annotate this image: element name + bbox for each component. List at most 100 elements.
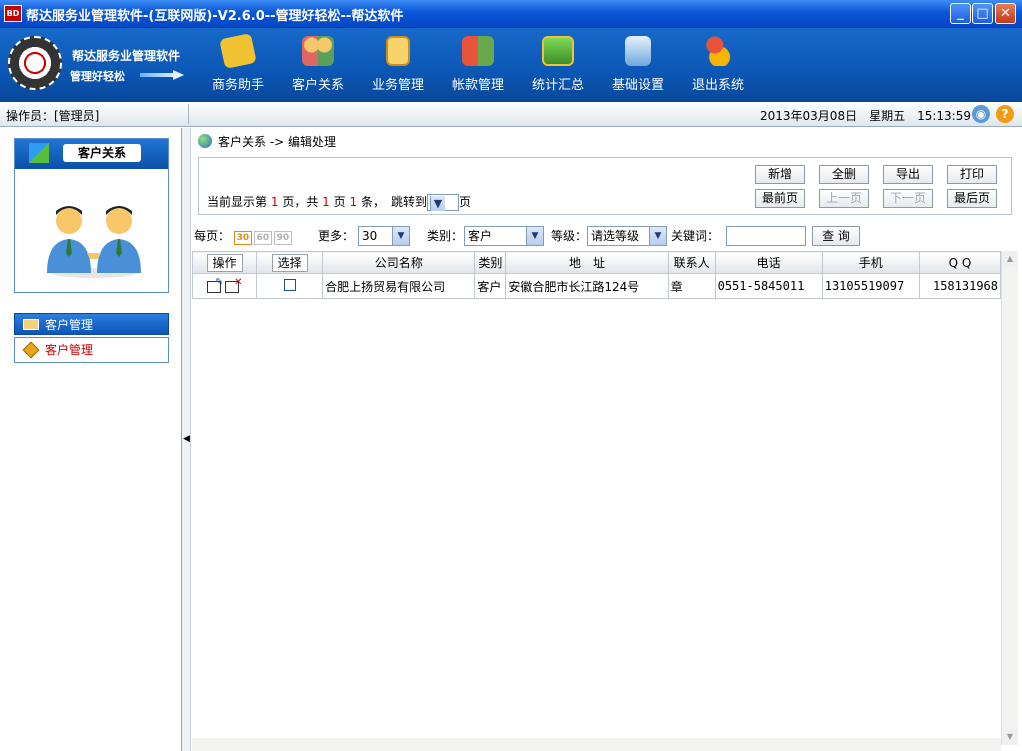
cell-phone: 0551-5845011 bbox=[714, 273, 823, 299]
prev-page-button[interactable]: 上一页 bbox=[819, 189, 869, 208]
nav-business-management[interactable]: 业务管理 bbox=[363, 34, 433, 96]
chevron-down-icon[interactable]: ▼ bbox=[649, 227, 666, 245]
clipboard-icon bbox=[386, 36, 410, 66]
gear-logo-icon bbox=[8, 36, 62, 90]
nav-account-management[interactable]: 帐款管理 bbox=[443, 34, 513, 96]
delete-all-button[interactable]: 全删 bbox=[819, 165, 869, 184]
first-page-button[interactable]: 最前页 bbox=[755, 189, 805, 208]
action-panel: 新增 全删 导出 打印 最前页 上一页 下一页 最后页 当前显示第 1 页，共 … bbox=[198, 157, 1012, 215]
chevron-down-icon[interactable]: ▼ bbox=[392, 227, 409, 245]
menu-group-label: 客户管理 bbox=[45, 318, 94, 332]
folder-icon bbox=[23, 319, 39, 330]
last-page-button[interactable]: 最后页 bbox=[947, 189, 997, 208]
select-all-button[interactable]: 选择 bbox=[271, 253, 308, 272]
vertical-scrollbar[interactable]: ▲ ▼ bbox=[1001, 251, 1018, 745]
exit-icon bbox=[702, 36, 734, 66]
help-icon[interactable]: ? bbox=[996, 105, 1014, 123]
nav-customer-relations[interactable]: 客户关系 bbox=[283, 34, 353, 96]
export-button[interactable]: 导出 bbox=[883, 165, 933, 184]
chevron-down-icon[interactable]: ▼ bbox=[526, 227, 543, 245]
scroll-down-icon[interactable]: ▼ bbox=[1002, 729, 1018, 745]
nav-label: 业务管理 bbox=[371, 78, 424, 93]
delete-icon[interactable]: ✕ bbox=[224, 277, 243, 293]
nav-label: 客户关系 bbox=[291, 78, 344, 93]
column-header-phone[interactable]: 电话 bbox=[714, 251, 823, 274]
transfer-icon bbox=[462, 36, 494, 66]
module-card: 客户关系 bbox=[14, 138, 169, 293]
table-header-row: 操作 选择 公司名称 类别 地 址 联系人 电话 手机 Q Q bbox=[191, 251, 1002, 274]
per-page-60[interactable]: 60 bbox=[253, 231, 272, 245]
category-select[interactable]: 客户 ▼ bbox=[464, 226, 544, 246]
level-select[interactable]: 请选等级 ▼ bbox=[587, 226, 667, 246]
per-page-90[interactable]: 90 bbox=[273, 231, 292, 245]
page-info-text: 当前显示第 bbox=[207, 195, 268, 209]
category-label: 类别： bbox=[427, 229, 464, 243]
module-card-header: 客户关系 bbox=[15, 139, 168, 169]
maximize-button[interactable]: □ bbox=[972, 3, 993, 24]
per-page-30[interactable]: 30 bbox=[233, 231, 252, 245]
nav-basic-settings[interactable]: 基础设置 bbox=[603, 34, 673, 96]
nav-business-assistant[interactable]: 商务助手 bbox=[203, 33, 273, 96]
per-page-label: 每页： bbox=[194, 229, 231, 243]
scroll-up-icon[interactable]: ▲ bbox=[1002, 251, 1018, 267]
operator-label: 操作员：[管理员] bbox=[6, 109, 100, 123]
op-column-button[interactable]: 操作 bbox=[206, 253, 243, 272]
handshake-icon bbox=[47, 206, 141, 278]
page-info-text: 条， 跳转到 bbox=[360, 195, 427, 209]
breadcrumb: 客户关系 -> 编辑处理 bbox=[198, 133, 336, 150]
column-header-select: 选择 bbox=[256, 251, 324, 274]
menu-item-customer-management[interactable]: 客户管理 bbox=[14, 337, 169, 363]
more-select[interactable]: 30 ▼ bbox=[358, 226, 410, 246]
main-content: 客户关系 -> 编辑处理 新增 全删 导出 打印 最前页 上一页 下一页 最后页… bbox=[191, 128, 1022, 751]
row-checkbox[interactable] bbox=[283, 278, 296, 291]
query-button[interactable]: 查 询 bbox=[812, 226, 860, 246]
keyword-label: 关键词： bbox=[671, 229, 720, 243]
globe-icon bbox=[198, 134, 212, 148]
current-page: 1 bbox=[270, 195, 279, 209]
close-button[interactable]: ✕ bbox=[995, 3, 1016, 24]
datetime-display: 2013年03月08日 星期五 15:13:59 bbox=[760, 109, 971, 123]
nav-label: 商务助手 bbox=[211, 78, 264, 93]
nav-label: 帐款管理 bbox=[451, 78, 504, 93]
nav-statistics[interactable]: 统计汇总 bbox=[523, 34, 593, 96]
column-header-category[interactable]: 类别 bbox=[474, 251, 507, 274]
add-button[interactable]: 新增 bbox=[755, 165, 805, 184]
menu-group-customer-management[interactable]: 客户管理 bbox=[14, 313, 169, 335]
chevron-down-icon[interactable]: ▼ bbox=[429, 196, 445, 211]
nav-label: 退出系统 bbox=[691, 78, 744, 93]
collapse-arrow-icon[interactable]: ◀ bbox=[183, 434, 190, 444]
level-select-value: 请选等级 bbox=[591, 229, 640, 243]
header-toolbar: 帮达服务业管理软件 管理好轻松 商务助手 客户关系 业务管理 帐款管理 统计汇总… bbox=[0, 28, 1022, 102]
row-actions: ✎ ✕ bbox=[191, 273, 258, 299]
edit-icon[interactable]: ✎ bbox=[206, 277, 224, 293]
table-row: ✎ ✕ 合肥上扬贸易有限公司 客户 安徽合肥市长江路124号 章 0551-584… bbox=[191, 273, 1002, 299]
cell-qq: 158131968 bbox=[918, 273, 1002, 299]
jump-page-select[interactable]: 1▼ bbox=[426, 194, 459, 211]
logo-title: 帮达服务业管理软件 bbox=[72, 49, 181, 63]
menu-item-label: 客户管理 bbox=[45, 343, 94, 357]
logo-subtitle: 管理好轻松 bbox=[70, 70, 125, 83]
per-page-filter: 每页： 30 60 90 bbox=[194, 226, 294, 246]
module-title: 客户关系 bbox=[63, 144, 141, 162]
cell-category: 客户 bbox=[474, 273, 507, 299]
horizontal-scrollbar[interactable] bbox=[192, 738, 1001, 751]
sidebar-splitter[interactable]: ◀ bbox=[182, 128, 191, 751]
category-select-value: 客户 bbox=[468, 229, 493, 243]
nav-exit-system[interactable]: 退出系统 bbox=[683, 34, 753, 96]
column-header-company[interactable]: 公司名称 bbox=[322, 251, 476, 274]
settings-doc-icon bbox=[625, 36, 651, 66]
keyword-input[interactable] bbox=[726, 226, 806, 246]
more-select-value: 30 bbox=[362, 229, 378, 243]
app-logo-icon: BD bbox=[4, 5, 22, 22]
user-icon[interactable]: ◉ bbox=[972, 105, 990, 123]
column-header-address[interactable]: 地 址 bbox=[505, 251, 669, 274]
column-header-contact[interactable]: 联系人 bbox=[667, 251, 716, 274]
cell-company: 合肥上扬贸易有限公司 bbox=[322, 273, 476, 299]
column-header-mobile[interactable]: 手机 bbox=[821, 251, 920, 274]
minimize-button[interactable]: _ bbox=[950, 3, 971, 24]
next-page-button[interactable]: 下一页 bbox=[883, 189, 933, 208]
print-button[interactable]: 打印 bbox=[947, 165, 997, 184]
nav-label: 基础设置 bbox=[611, 78, 664, 93]
column-header-qq[interactable]: Q Q bbox=[918, 251, 1002, 274]
people-icon bbox=[302, 36, 334, 66]
